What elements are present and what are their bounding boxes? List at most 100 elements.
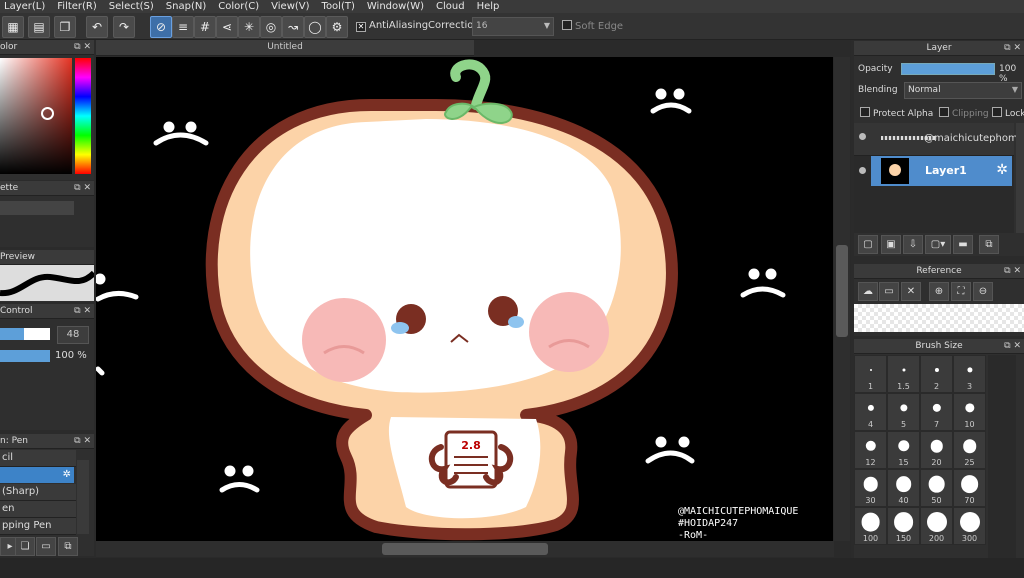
brush-size-option[interactable]: 300 — [953, 507, 986, 545]
canvas-tab[interactable]: Untitled — [96, 40, 474, 56]
panel-controls-icon[interactable]: ⧉ ✕ — [74, 40, 91, 54]
hue-slider[interactable] — [75, 58, 91, 174]
panel-controls-icon[interactable]: ⧉ ✕ — [1004, 41, 1021, 55]
panel-controls-icon[interactable]: ⧉ ✕ — [1004, 264, 1021, 278]
vanishing-point-icon[interactable]: ⋖ — [216, 16, 238, 38]
fit-icon[interactable]: ⛶ — [951, 282, 971, 301]
grid-snap-icon[interactable]: # — [194, 16, 216, 38]
add-layer-dropdown-icon[interactable]: ▢▾ — [925, 235, 951, 254]
brush-size-option[interactable]: 4 — [854, 393, 887, 431]
brush-size-option[interactable]: 150 — [887, 507, 920, 545]
brush-item[interactable]: en — [0, 501, 76, 518]
grid-icon[interactable]: ▦ — [2, 16, 24, 38]
panel-controls-icon[interactable]: ⧉ ✕ — [1004, 339, 1021, 353]
horizontal-scroll-thumb[interactable] — [382, 543, 548, 555]
brush-item[interactable]: (Sharp) — [0, 484, 76, 501]
menu-help[interactable]: Help — [473, 1, 508, 12]
menu-window[interactable]: Window(W) — [363, 1, 432, 12]
menu-cloud[interactable]: Cloud — [432, 1, 473, 12]
brush-size-option[interactable]: 20 — [920, 431, 953, 469]
layer-row-selected[interactable]: Layer1 ✲ — [871, 156, 1012, 186]
vertical-scrollbar[interactable] — [834, 57, 850, 541]
lock-checkbox[interactable] — [992, 107, 1002, 117]
brush-size-scrollbar[interactable] — [988, 355, 1016, 558]
clipping-checkbox[interactable] — [939, 107, 949, 117]
open-folder-icon[interactable]: ▭ — [879, 282, 899, 301]
palette-select[interactable] — [0, 201, 74, 215]
curve-snap-icon[interactable]: ↝ — [282, 16, 304, 38]
brush-size-option[interactable]: 40 — [887, 469, 920, 507]
zoom-out-icon[interactable]: ⊖ — [973, 282, 993, 301]
layer-row[interactable]: @maichicutephom — [854, 123, 1018, 156]
panel-controls-icon[interactable]: ⧉ ✕ — [74, 181, 91, 195]
layers-icon[interactable]: ❐ — [54, 16, 76, 38]
menu-snap[interactable]: Snap(N) — [162, 1, 214, 12]
blending-select[interactable]: Normal ▼ — [904, 82, 1022, 99]
calendar-icon[interactable]: ▤ — [28, 16, 50, 38]
vertical-scroll-thumb[interactable] — [836, 245, 848, 337]
cloud-icon[interactable]: ☁ — [858, 282, 878, 301]
color-picker-handle[interactable] — [41, 107, 54, 120]
new-raster-layer-icon[interactable]: ▣ — [881, 235, 901, 254]
menu-view[interactable]: View(V) — [267, 1, 317, 12]
brush-size-option[interactable]: 25 — [953, 431, 986, 469]
folder-icon[interactable]: ▬ — [953, 235, 973, 254]
brush-size-option[interactable]: 70 — [953, 469, 986, 507]
soft-edge-checkbox[interactable] — [562, 20, 572, 30]
gear-icon[interactable]: ✲ — [63, 467, 71, 483]
duplicate-icon[interactable]: ⧉ — [58, 537, 78, 556]
brush-size-option[interactable]: 10 — [953, 393, 986, 431]
brush-size-option[interactable]: 100 — [854, 507, 887, 545]
copy-brush-icon[interactable]: ❏ — [15, 537, 35, 556]
color-picker-square[interactable] — [0, 58, 72, 174]
panel-controls-icon[interactable]: ⧉ ✕ — [74, 304, 91, 318]
new-layer-icon[interactable]: ▢ — [858, 235, 878, 254]
brush-size-option[interactable]: 2 — [920, 355, 953, 393]
brush-size-option[interactable]: 1.5 — [887, 355, 920, 393]
redo-button[interactable]: ↷ — [113, 16, 135, 38]
brush-size-option[interactable]: 12 — [854, 431, 887, 469]
gear-icon[interactable]: ✲ — [996, 162, 1008, 178]
horizontal-scrollbar[interactable] — [96, 541, 834, 557]
brush-item[interactable]: cil — [0, 450, 76, 467]
layer-list-scrollbar[interactable] — [1016, 123, 1024, 233]
brush-size-slider[interactable] — [0, 328, 50, 340]
brush-list-scrollbar[interactable] — [77, 460, 89, 534]
radial-snap-icon[interactable]: ✳ — [238, 16, 260, 38]
concentric-snap-icon[interactable]: ◎ — [260, 16, 282, 38]
menu-filter[interactable]: Filter(R) — [53, 1, 105, 12]
reference-preview[interactable] — [854, 304, 1024, 332]
circle-snap-icon[interactable]: ◯ — [304, 16, 326, 38]
panel-controls-icon[interactable]: ⧉ ✕ — [74, 434, 91, 448]
brush-size-option[interactable]: 50 — [920, 469, 953, 507]
correction-select[interactable]: 16 ▼ — [472, 17, 554, 36]
eye-icon[interactable] — [859, 167, 866, 174]
brush-size-option[interactable]: 200 — [920, 507, 953, 545]
drawing-canvas[interactable]: 2.8 @MAICHICUTEPHOMAIQUE #HOIDAP247 -RoM… — [96, 57, 833, 541]
duplicate-layer-icon[interactable]: ⧉ — [979, 235, 999, 254]
brush-size-option[interactable]: 1 — [854, 355, 887, 393]
brush-item[interactable]: pping Pen — [0, 518, 76, 535]
merge-layer-icon[interactable]: ⇩ — [903, 235, 923, 254]
undo-button[interactable]: ↶ — [86, 16, 108, 38]
brush-size-input[interactable]: 48 — [57, 326, 89, 344]
snap-settings-icon[interactable]: ⚙ — [326, 16, 348, 38]
close-icon[interactable]: ✕ — [901, 282, 921, 301]
brush-size-option[interactable]: 7 — [920, 393, 953, 431]
brush-size-option[interactable]: 30 — [854, 469, 887, 507]
folder-icon[interactable]: ▭ — [36, 537, 56, 556]
zoom-in-icon[interactable]: ⊕ — [929, 282, 949, 301]
parallel-snap-icon[interactable]: ≡ — [172, 16, 194, 38]
snap-off-icon[interactable]: ⊘ — [150, 16, 172, 38]
brush-item-selected[interactable]: ✲ — [0, 467, 74, 483]
menu-color[interactable]: Color(C) — [214, 1, 267, 12]
brush-size-option[interactable]: 3 — [953, 355, 986, 393]
menu-tool[interactable]: Tool(T) — [318, 1, 363, 12]
layer-opacity-slider[interactable] — [901, 63, 995, 75]
protect-alpha-checkbox[interactable] — [860, 107, 870, 117]
brush-size-option[interactable]: 15 — [887, 431, 920, 469]
eye-icon[interactable] — [859, 133, 866, 140]
menu-layer[interactable]: Layer(L) — [0, 1, 53, 12]
menu-select[interactable]: Select(S) — [105, 1, 162, 12]
brush-size-option[interactable]: 5 — [887, 393, 920, 431]
